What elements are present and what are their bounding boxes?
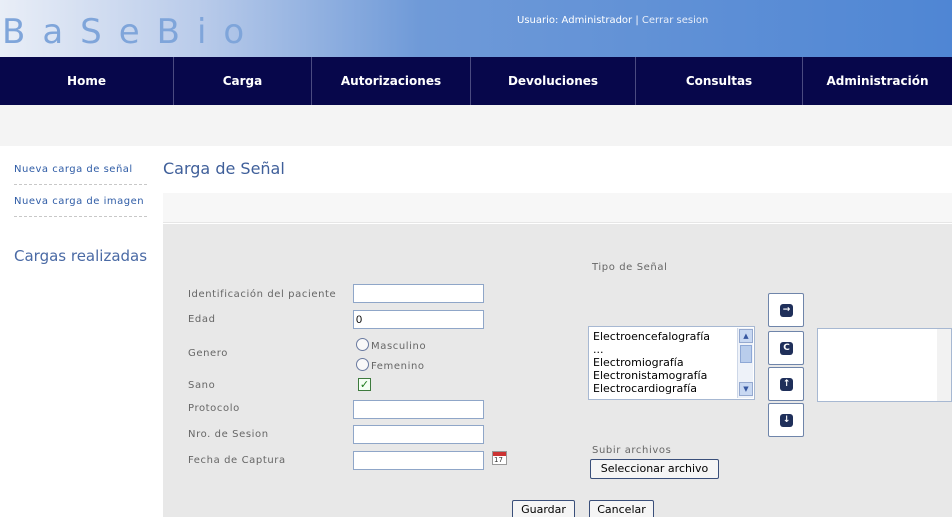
move-all-right-button[interactable]: C xyxy=(768,331,804,365)
capture-date-label: Fecha de Captura xyxy=(188,455,286,466)
move-down-icon: ↓ xyxy=(780,414,793,427)
main-nav: Home Carga Autorizaciones Devoluciones C… xyxy=(0,57,952,105)
upload-label: Subir archivos xyxy=(592,445,672,456)
calendar-icon[interactable]: 17 xyxy=(492,451,507,465)
move-down-button[interactable]: ↓ xyxy=(768,403,804,437)
signal-type-list[interactable]: Electroencefalografía ... Electromiograf… xyxy=(588,326,755,400)
healthy-checkbox[interactable]: ✓ xyxy=(358,378,371,391)
cancel-button[interactable]: Cancelar xyxy=(589,500,654,517)
signal-list-scrollbar[interactable]: ▲ ▼ xyxy=(737,328,753,398)
move-all-right-icon: C xyxy=(780,342,793,355)
list-item[interactable]: Electroencefalografía xyxy=(589,330,733,343)
sidebar: Nueva carga de señal Nueva carga de imag… xyxy=(0,146,163,517)
signal-type-label: Tipo de Señal xyxy=(592,262,668,273)
nav-home[interactable]: Home xyxy=(0,57,174,105)
gender-radio-femenino[interactable] xyxy=(356,358,369,371)
logout-link[interactable]: Cerrar sesion xyxy=(642,15,708,26)
list-item[interactable]: Electromiografía xyxy=(589,356,733,369)
nav-devoluciones[interactable]: Devoluciones xyxy=(471,57,636,105)
selected-signal-list[interactable] xyxy=(817,328,952,402)
user-separator: | xyxy=(635,15,639,26)
sidebar-divider xyxy=(14,184,147,185)
scroll-up-icon[interactable]: ▲ xyxy=(739,329,753,343)
sidebar-heading: Cargas realizadas xyxy=(14,247,148,265)
signal-options: Electroencefalografía ... Electromiograf… xyxy=(589,327,754,395)
nav-autorizaciones[interactable]: Autorizaciones xyxy=(312,57,471,105)
gender-label: Genero xyxy=(188,348,229,359)
calendar-icon-day: 17 xyxy=(494,456,503,464)
user-label: Usuario: Administrador xyxy=(517,15,633,26)
move-up-icon: ↑ xyxy=(780,378,793,391)
healthy-label: Sano xyxy=(188,380,216,391)
protocol-label: Protocolo xyxy=(188,403,240,414)
sidebar-divider xyxy=(14,216,147,217)
gender-option-femenino-label: Femenino xyxy=(371,361,425,372)
list-item[interactable]: Electrocardiografía xyxy=(589,382,733,395)
nav-carga[interactable]: Carga xyxy=(174,57,312,105)
sidebar-item-nueva-carga-imagen[interactable]: Nueva carga de imagen xyxy=(14,196,147,207)
move-up-button[interactable]: ↑ xyxy=(768,367,804,401)
nav-administracion[interactable]: Administración xyxy=(803,57,952,105)
session-label: Nro. de Sesion xyxy=(188,429,269,440)
app-logo: BaSeBio xyxy=(2,12,262,52)
app-header: BaSeBio Usuario: Administrador | Cerrar … xyxy=(0,0,952,57)
gender-radio-masculino[interactable] xyxy=(356,338,369,351)
age-input[interactable] xyxy=(353,310,484,329)
move-right-icon: → xyxy=(780,304,793,317)
page-title: Carga de Señal xyxy=(163,159,285,178)
age-label: Edad xyxy=(188,314,216,325)
scroll-thumb[interactable] xyxy=(740,345,752,363)
patient-id-input[interactable] xyxy=(353,284,484,303)
move-right-button[interactable]: → xyxy=(768,293,804,327)
selected-list-scrollbar[interactable] xyxy=(937,329,951,401)
list-item[interactable]: ... xyxy=(589,343,733,356)
list-item[interactable]: Electronistamografía xyxy=(589,369,733,382)
session-input[interactable] xyxy=(353,425,484,444)
protocol-input[interactable] xyxy=(353,400,484,419)
nav-consultas[interactable]: Consultas xyxy=(636,57,803,105)
sidebar-item-nueva-carga-senal[interactable]: Nueva carga de señal xyxy=(14,164,147,175)
gender-option-masculino-label: Masculino xyxy=(371,341,427,352)
save-button[interactable]: Guardar xyxy=(512,500,575,517)
patient-id-label: Identificación del paciente xyxy=(188,289,337,300)
user-info: Usuario: Administrador | Cerrar sesion xyxy=(517,15,708,26)
scroll-down-icon[interactable]: ▼ xyxy=(739,382,753,396)
select-file-button[interactable]: Seleccionar archivo xyxy=(590,459,719,479)
title-separator xyxy=(163,193,952,223)
capture-date-input[interactable] xyxy=(353,451,484,470)
top-band xyxy=(0,105,952,146)
